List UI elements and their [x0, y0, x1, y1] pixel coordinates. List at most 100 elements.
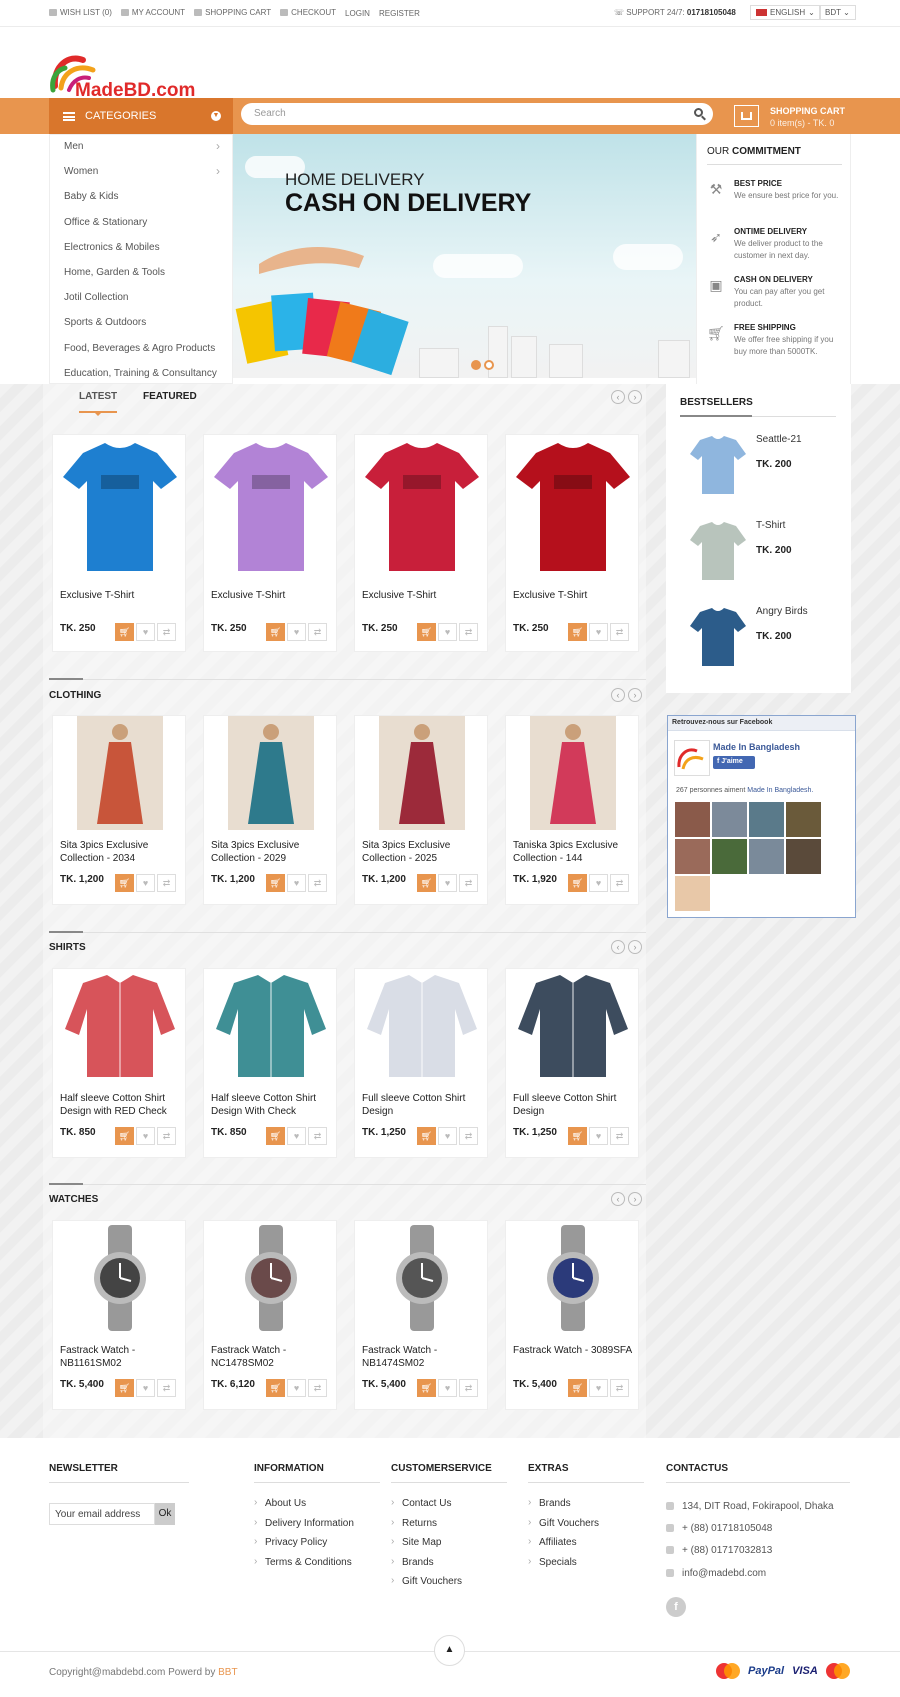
bestseller-item[interactable]: Seattle-21 TK. 200: [686, 432, 846, 501]
product-name[interactable]: Fastrack Watch - NB1161SM02: [60, 1344, 182, 1370]
heart-icon[interactable]: ♥: [589, 623, 608, 641]
register-link[interactable]: REGISTER: [379, 9, 420, 18]
category-item[interactable]: Men: [50, 135, 232, 160]
product-image[interactable]: [204, 435, 338, 575]
heart-icon[interactable]: ♥: [287, 1127, 306, 1145]
category-item[interactable]: Food, Beverages & Agro Products: [50, 337, 232, 362]
product-name[interactable]: Fastrack Watch - NB1474SM02: [362, 1344, 484, 1370]
product-name[interactable]: Exclusive T-Shirt: [513, 589, 635, 602]
footer-link[interactable]: Gift Vouchers: [391, 1575, 507, 1596]
add-to-cart-icon[interactable]: 🛒︎: [417, 623, 436, 641]
chevron-right-icon[interactable]: ›: [628, 940, 642, 954]
heart-icon[interactable]: ♥: [438, 1127, 457, 1145]
heart-icon[interactable]: ♥: [136, 874, 155, 892]
add-to-cart-icon[interactable]: 🛒︎: [568, 623, 587, 641]
heart-icon[interactable]: ♥: [136, 1127, 155, 1145]
currency-selector[interactable]: BDT ⌄: [819, 5, 856, 20]
my-account-link[interactable]: MY ACCOUNT: [120, 7, 185, 18]
search-input[interactable]: Search: [241, 103, 713, 125]
fan-avatar[interactable]: [786, 802, 821, 837]
heart-icon[interactable]: ♥: [589, 1379, 608, 1397]
bestseller-item[interactable]: Angry Birds TK. 200: [686, 604, 846, 673]
banner-dot[interactable]: [484, 360, 494, 370]
product-card[interactable]: Taniska 3pics Exclusive Collection - 144…: [505, 715, 639, 905]
product-name[interactable]: Seattle-21: [756, 434, 802, 445]
contact-email[interactable]: info@madebd.com: [666, 1568, 834, 1590]
footer-link[interactable]: Specials: [528, 1556, 644, 1577]
add-to-cart-icon[interactable]: 🛒︎: [115, 1127, 134, 1145]
product-image[interactable]: [686, 432, 750, 496]
heart-icon[interactable]: ♥: [136, 623, 155, 641]
heart-icon[interactable]: ♥: [589, 874, 608, 892]
add-to-cart-icon[interactable]: 🛒︎: [568, 1379, 587, 1397]
product-image[interactable]: [355, 435, 489, 575]
product-card[interactable]: Fastrack Watch - NB1474SM02 TK. 5,400 🛒︎ ♥ ⇄: [354, 1220, 488, 1410]
heart-icon[interactable]: ♥: [136, 1379, 155, 1397]
product-image[interactable]: [506, 435, 640, 575]
fan-avatar[interactable]: [675, 802, 710, 837]
product-image[interactable]: [53, 969, 187, 1083]
cart-button[interactable]: [734, 105, 759, 127]
heart-icon[interactable]: ♥: [438, 623, 457, 641]
banner-dot[interactable]: [471, 360, 481, 370]
tab-featured[interactable]: FEATURED: [143, 391, 197, 402]
cart-summary[interactable]: SHOPPING CART 0 item(s) - TK. 0: [770, 105, 845, 129]
add-to-cart-icon[interactable]: 🛒︎: [266, 874, 285, 892]
add-to-cart-icon[interactable]: 🛒︎: [266, 1379, 285, 1397]
product-image[interactable]: [506, 1221, 640, 1335]
tab-latest[interactable]: LATEST: [79, 391, 117, 402]
product-name[interactable]: Exclusive T-Shirt: [211, 589, 333, 602]
add-to-cart-icon[interactable]: 🛒︎: [568, 1127, 587, 1145]
product-name[interactable]: T-Shirt: [756, 520, 785, 531]
add-to-cart-icon[interactable]: 🛒︎: [417, 874, 436, 892]
back-to-top-button[interactable]: ▲: [434, 1635, 465, 1666]
fan-avatar[interactable]: [675, 876, 710, 911]
product-image[interactable]: [355, 969, 489, 1083]
product-card[interactable]: Full sleeve Cotton Shirt Design TK. 1,250…: [505, 968, 639, 1158]
footer-link[interactable]: Terms & Conditions: [254, 1556, 380, 1577]
add-to-cart-icon[interactable]: 🛒︎: [115, 623, 134, 641]
footer-link[interactable]: Privacy Policy: [254, 1536, 380, 1557]
footer-link[interactable]: Returns: [391, 1517, 507, 1538]
footer-link[interactable]: Delivery Information: [254, 1517, 380, 1538]
product-image[interactable]: [53, 1221, 187, 1335]
product-card[interactable]: Sita 3pics Exclusive Collection - 2029 TK…: [203, 715, 337, 905]
product-image[interactable]: [355, 716, 489, 830]
facebook-icon[interactable]: f: [666, 1597, 686, 1617]
compare-icon[interactable]: ⇄: [157, 623, 176, 641]
chevron-right-icon[interactable]: ›: [628, 688, 642, 702]
product-card[interactable]: Exclusive T-Shirt TK. 250 🛒︎ ♥ ⇄: [203, 434, 337, 652]
product-image[interactable]: [204, 1221, 338, 1335]
chevron-left-icon[interactable]: ‹: [611, 940, 625, 954]
compare-icon[interactable]: ⇄: [308, 874, 327, 892]
add-to-cart-icon[interactable]: 🛒︎: [266, 1127, 285, 1145]
product-name[interactable]: Full sleeve Cotton Shirt Design: [513, 1092, 635, 1118]
heart-icon[interactable]: ♥: [438, 874, 457, 892]
facebook-page-logo[interactable]: [674, 740, 710, 776]
product-card[interactable]: Half sleeve Cotton Shirt Design With Che…: [203, 968, 337, 1158]
product-image[interactable]: [686, 604, 750, 668]
footer-link[interactable]: About Us: [254, 1497, 380, 1518]
product-name[interactable]: Sita 3pics Exclusive Collection - 2034: [60, 839, 182, 865]
newsletter-submit-button[interactable]: Ok: [155, 1503, 175, 1525]
footer-link[interactable]: Contact Us: [391, 1497, 507, 1518]
wishlist-link[interactable]: WISH LIST (0): [49, 7, 112, 18]
product-image[interactable]: [506, 716, 640, 830]
product-card[interactable]: Exclusive T-Shirt TK. 250 🛒︎ ♥ ⇄: [354, 434, 488, 652]
category-item[interactable]: Home, Garden & Tools: [50, 261, 232, 286]
footer-link[interactable]: Brands: [391, 1556, 507, 1577]
fan-avatar[interactable]: [786, 839, 821, 874]
newsletter-email-input[interactable]: Your email address: [49, 1503, 155, 1525]
product-name[interactable]: Half sleeve Cotton Shirt Design With Che…: [211, 1092, 333, 1118]
compare-icon[interactable]: ⇄: [610, 623, 629, 641]
categories-toggle[interactable]: CATEGORIES ▼: [49, 98, 233, 134]
add-to-cart-icon[interactable]: 🛒︎: [115, 1379, 134, 1397]
powered-by-link[interactable]: BBT: [218, 1667, 237, 1678]
product-name[interactable]: Sita 3pics Exclusive Collection - 2029: [211, 839, 333, 865]
product-name[interactable]: Fastrack Watch - 3089SFA: [513, 1344, 635, 1357]
compare-icon[interactable]: ⇄: [459, 623, 478, 641]
chevron-right-icon[interactable]: ›: [628, 1192, 642, 1206]
product-name[interactable]: Half sleeve Cotton Shirt Design with RED…: [60, 1092, 182, 1118]
product-name[interactable]: Fastrack Watch - NC1478SM02: [211, 1344, 333, 1370]
product-card[interactable]: Sita 3pics Exclusive Collection - 2025 TK…: [354, 715, 488, 905]
